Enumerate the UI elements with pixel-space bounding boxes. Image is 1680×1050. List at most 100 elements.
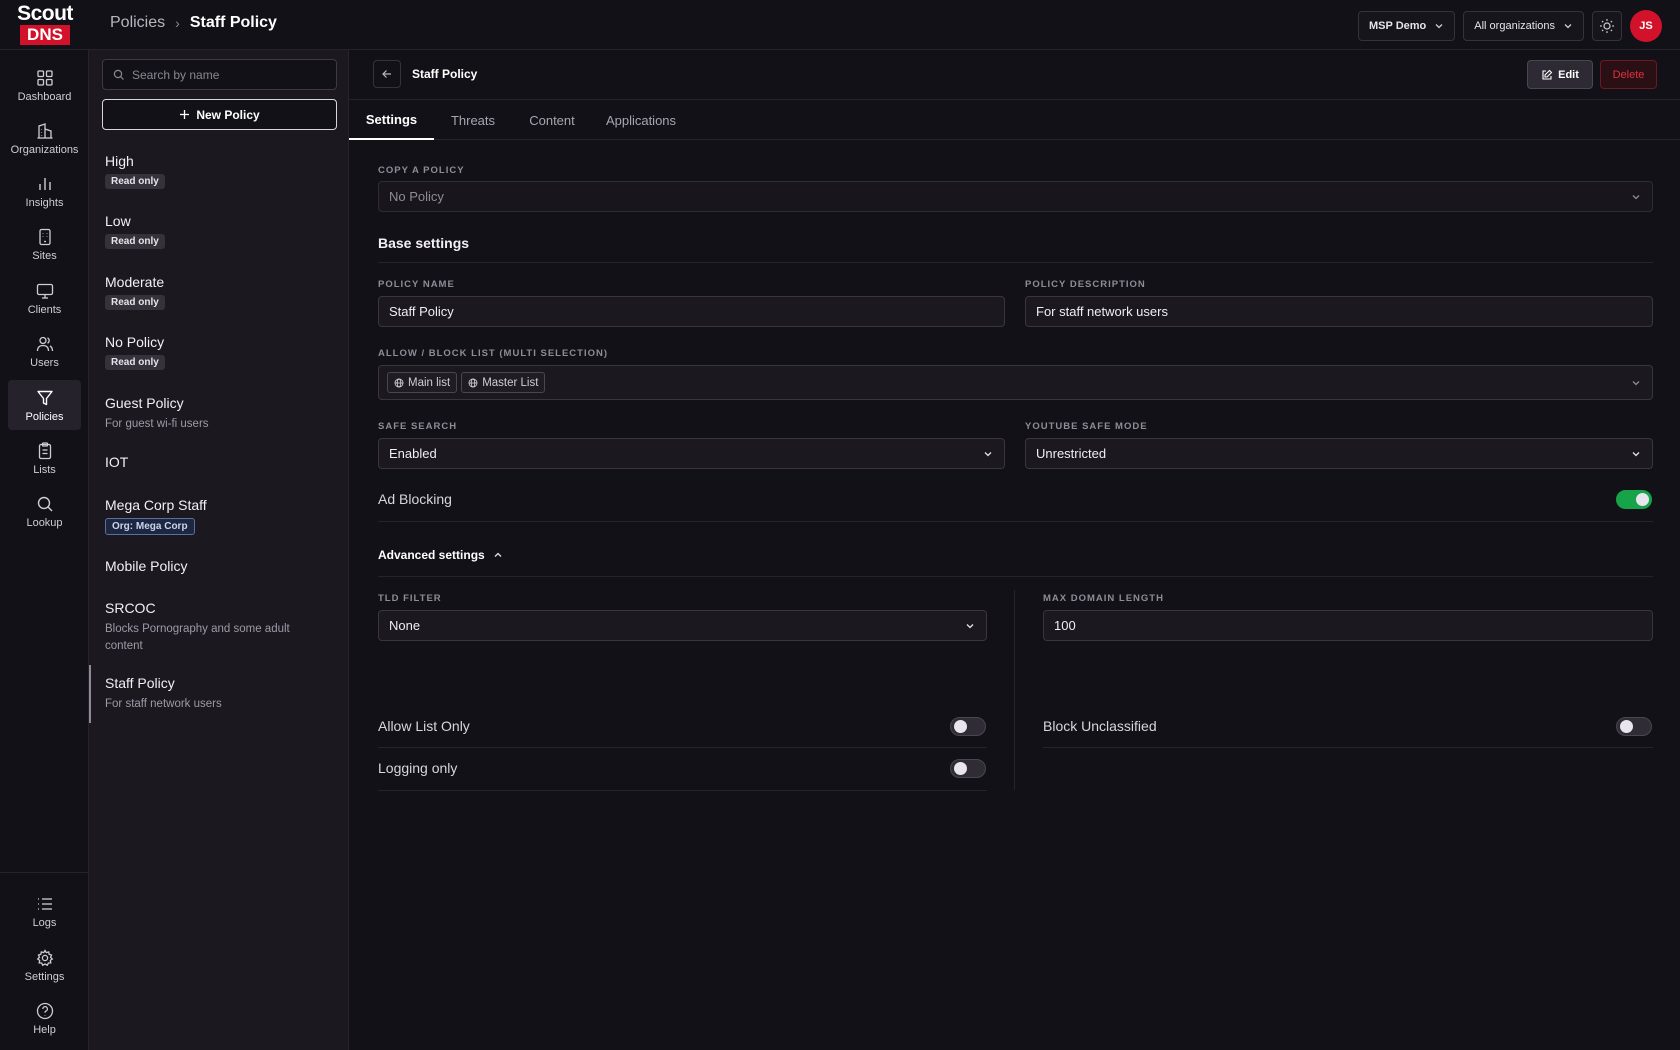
nav-settings[interactable]: Settings — [8, 940, 81, 990]
policy-item-high[interactable]: High Read only — [89, 153, 349, 189]
chevron-down-icon — [1564, 24, 1572, 29]
organization-badge: Org: Mega Corp — [105, 518, 195, 535]
globe-icon — [468, 378, 478, 387]
policy-name: Low — [105, 213, 131, 229]
base-settings-title: Base settings — [378, 235, 470, 251]
policy-name-label: POLICY NAME — [378, 279, 455, 290]
nav-divider — [0, 872, 89, 873]
search-icon — [113, 69, 124, 80]
nav-users[interactable]: Users — [8, 326, 81, 376]
theme-toggle-button[interactable] — [1592, 11, 1622, 41]
tab-applications[interactable]: Applications — [592, 100, 690, 140]
edit-label: Edit — [1558, 68, 1579, 81]
read-only-badge: Read only — [105, 295, 165, 310]
nav-label: Sites — [32, 249, 57, 262]
scout-dns-logo[interactable]: Scout DNS — [15, 2, 75, 46]
breadcrumb-policies-link[interactable]: Policies — [110, 14, 165, 32]
left-navigation: Dashboard Organizations Insights Sites C… — [0, 50, 89, 1050]
allow-list-only-label: Allow List Only — [378, 718, 470, 734]
tenant-label: MSP Demo — [1369, 20, 1427, 32]
policy-description: For staff network users — [105, 698, 222, 710]
logo-text-top: Scout — [17, 2, 73, 25]
delete-button[interactable]: Delete — [1600, 60, 1657, 89]
policy-description: For guest wi-fi users — [105, 418, 209, 430]
policy-item-staff-policy[interactable]: Staff Policy For staff network users — [89, 665, 349, 723]
breadcrumb-separator-icon: › — [175, 15, 180, 31]
allow-block-list-select[interactable]: Main list Master List — [378, 365, 1653, 400]
tenant-dropdown[interactable]: MSP Demo — [1358, 11, 1456, 41]
filter-icon — [36, 390, 53, 405]
breadcrumb: Policies › Staff Policy — [110, 14, 277, 32]
block-unclassified-label: Block Unclassified — [1043, 718, 1157, 734]
nav-organizations[interactable]: Organizations — [8, 113, 81, 163]
policy-item-mega-corp-staff[interactable]: Mega Corp Staff Org: Mega Corp — [89, 497, 349, 535]
policy-detail: Staff Policy Edit Delete Settings Threat… — [349, 50, 1680, 1050]
advanced-settings-toggle[interactable]: Advanced settings — [378, 548, 503, 562]
row-divider — [378, 790, 987, 791]
chevron-down-icon — [966, 623, 974, 628]
chip-label: Main list — [408, 376, 451, 389]
chevron-down-icon — [1632, 451, 1640, 456]
tab-settings[interactable]: Settings — [349, 100, 434, 140]
list-chip-main-list[interactable]: Main list — [387, 372, 458, 393]
read-only-badge: Read only — [105, 174, 165, 189]
ad-blocking-toggle[interactable] — [1616, 490, 1652, 509]
max-domain-length-input[interactable]: 100 — [1043, 610, 1653, 641]
nav-label: Users — [30, 356, 59, 369]
nav-insights[interactable]: Insights — [8, 166, 81, 216]
policy-name: Moderate — [105, 274, 165, 290]
nav-lists[interactable]: Lists — [8, 433, 81, 483]
building-icon — [37, 122, 52, 139]
section-divider — [378, 576, 1653, 577]
new-policy-button[interactable]: New Policy — [102, 99, 337, 130]
detail-tabs: Settings Threats Content Applications — [349, 100, 1680, 140]
allow-list-only-toggle[interactable] — [950, 717, 986, 736]
policy-item-mobile-policy[interactable]: Mobile Policy — [89, 558, 349, 574]
clipboard-icon — [38, 441, 51, 459]
sun-icon — [1600, 19, 1614, 33]
toggle-knob — [954, 762, 967, 775]
safe-search-select[interactable]: Enabled — [378, 438, 1005, 469]
nav-help[interactable]: Help — [8, 993, 81, 1043]
policy-item-no-policy[interactable]: No Policy Read only — [89, 334, 349, 370]
nav-logs[interactable]: Logs — [8, 886, 81, 936]
logging-only-toggle[interactable] — [950, 759, 986, 778]
chevron-down-icon — [1632, 380, 1640, 385]
column-divider — [1014, 590, 1015, 790]
edit-button[interactable]: Edit — [1527, 60, 1593, 89]
edit-icon — [1542, 69, 1553, 80]
policy-item-guest-policy[interactable]: Guest Policy For guest wi-fi users — [89, 395, 349, 433]
plus-icon — [180, 110, 190, 119]
nav-dashboard[interactable]: Dashboard — [8, 60, 81, 110]
chevron-up-icon — [494, 552, 502, 557]
nav-lookup[interactable]: Lookup — [8, 486, 81, 536]
copy-policy-select[interactable]: No Policy — [378, 181, 1653, 212]
nav-clients[interactable]: Clients — [8, 273, 81, 323]
tab-content[interactable]: Content — [512, 100, 592, 140]
user-avatar[interactable]: JS — [1630, 10, 1662, 42]
block-unclassified-toggle[interactable] — [1616, 717, 1652, 736]
policy-item-low[interactable]: Low Read only — [89, 213, 349, 249]
policy-item-moderate[interactable]: Moderate Read only — [89, 274, 349, 310]
policy-name-input[interactable]: Staff Policy — [378, 296, 1005, 327]
policy-search-input[interactable] — [132, 67, 322, 82]
nav-policies[interactable]: Policies — [8, 380, 81, 430]
policy-item-srcoc[interactable]: SRCOC Blocks Pornography and some adult … — [89, 600, 349, 655]
monitor-icon — [36, 283, 53, 299]
policy-item-iot[interactable]: IOT — [89, 454, 349, 470]
back-button[interactable] — [373, 60, 401, 88]
bar-chart-icon — [38, 177, 51, 190]
youtube-safe-mode-select[interactable]: Unrestricted — [1025, 438, 1653, 469]
organization-filter-dropdown[interactable]: All organizations — [1463, 11, 1584, 41]
help-icon — [36, 1002, 53, 1019]
list-chip-master-list[interactable]: Master List — [461, 372, 546, 393]
nav-sites[interactable]: Sites — [8, 219, 81, 269]
youtube-safe-mode-label: YOUTUBE SAFE MODE — [1025, 421, 1148, 432]
tab-threats[interactable]: Threats — [434, 100, 512, 140]
tld-filter-select[interactable]: None — [378, 610, 987, 641]
policy-description-input[interactable]: For staff network users — [1025, 296, 1653, 327]
nav-label: Lists — [33, 463, 56, 476]
top-bar: Scout DNS Policies › Staff Policy MSP De… — [0, 0, 1680, 50]
site-icon — [38, 228, 51, 245]
policy-search[interactable] — [102, 59, 337, 90]
